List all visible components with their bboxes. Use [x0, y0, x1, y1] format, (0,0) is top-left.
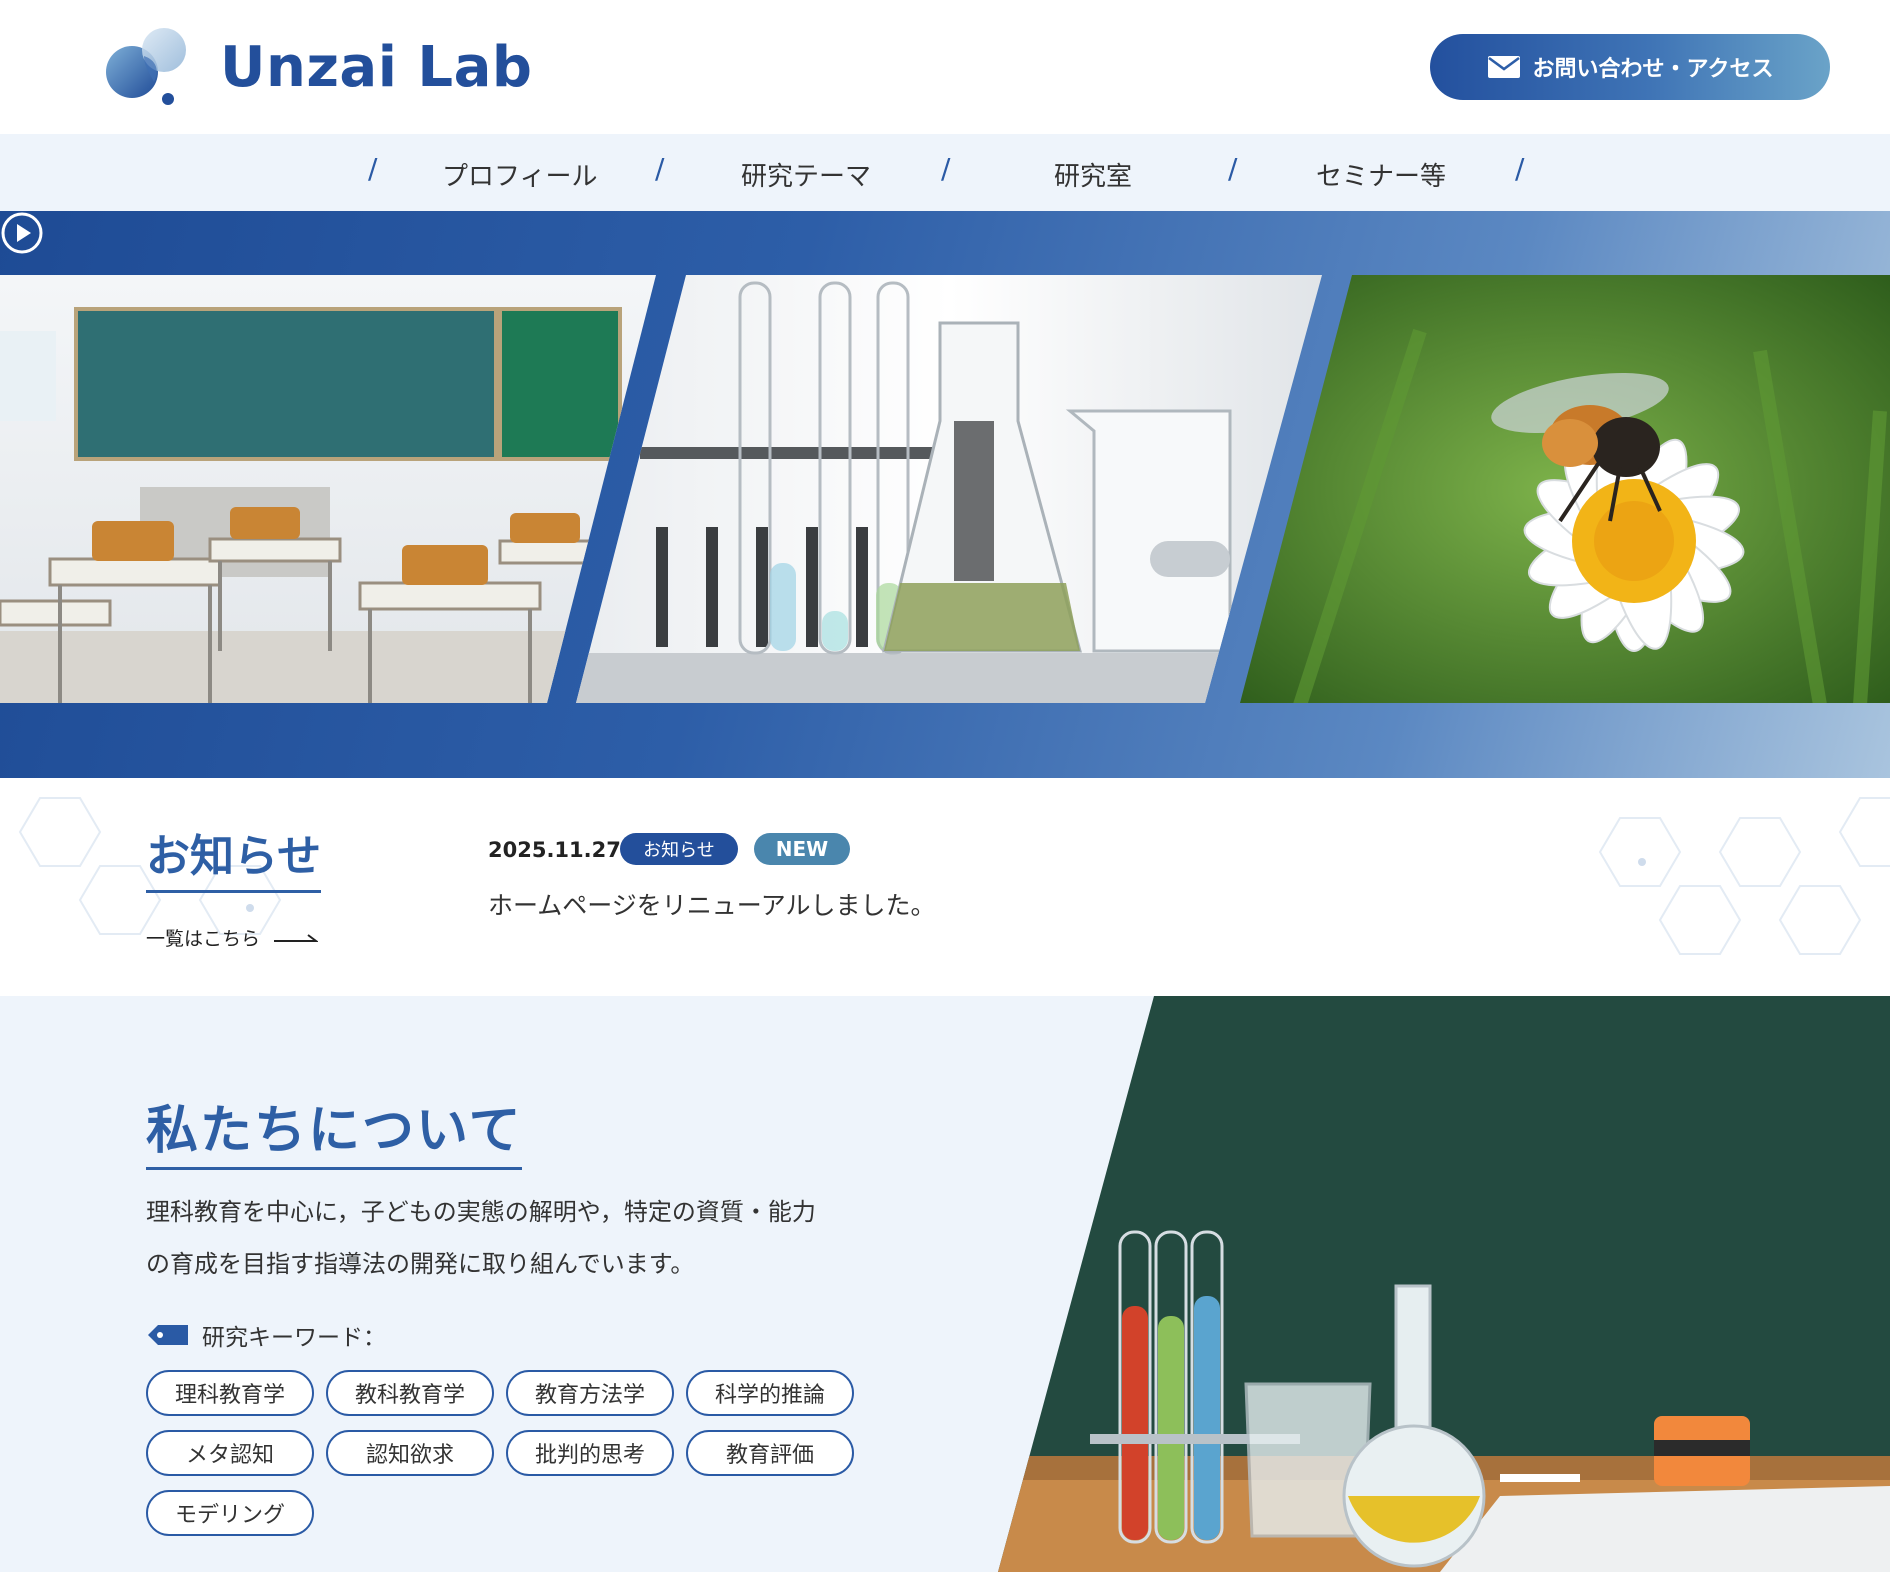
keyword-pill[interactable]: 認知欲求 [326, 1430, 494, 1476]
nav-separator: / [941, 152, 951, 185]
keyword-pill[interactable]: 教育評価 [686, 1430, 854, 1476]
contact-access-label: お問い合わせ・アクセス [1532, 57, 1774, 82]
keyword-pill[interactable]: メタ認知 [146, 1430, 314, 1476]
about-description-line: 理科教育を中心に，子どもの実態の解明や，特定の資質・能力 [146, 1198, 816, 1226]
site-header: Unzai Lab お問い合わせ・アクセス [0, 0, 1890, 134]
about-description-line: の育成を目指す指導法の開発に取り組んでいます。 [146, 1250, 695, 1278]
keyword-pill[interactable]: 科学的推論 [686, 1370, 854, 1416]
mail-icon [1487, 56, 1520, 78]
keyword-pill[interactable]: モデリング [146, 1490, 314, 1536]
news-heading: お知らせ [146, 820, 322, 893]
hero-slideshow [0, 211, 1890, 778]
nav-item-profile[interactable]: プロフィール [442, 156, 597, 193]
news-section: お知らせ 一覧はこちら 2025.11.27 お知らせ NEW ホームページをリ… [0, 778, 1890, 996]
hero-images [0, 275, 1890, 703]
nav-item-laboratory[interactable]: 研究室 [1054, 156, 1132, 193]
play-circle-icon[interactable] [0, 211, 44, 255]
news-list-link-label: 一覧はこちら [146, 928, 261, 950]
keyword-pill[interactable]: 教科教育学 [326, 1370, 494, 1416]
arrow-right-icon [274, 933, 319, 942]
hero-slide-bee-daisy [1240, 275, 1890, 703]
site-logo[interactable]: Unzai Lab [104, 26, 532, 108]
news-new-badge: NEW [754, 833, 850, 865]
news-list-link[interactable]: 一覧はこちら [146, 924, 319, 951]
keywords-label: 研究キーワード： [146, 1318, 386, 1352]
nav-item-seminars[interactable]: セミナー等 [1316, 156, 1446, 193]
nav-separator: / [1228, 152, 1238, 185]
nav-separator: / [655, 152, 665, 185]
about-heading: 私たちについて [146, 1088, 523, 1170]
keyword-pill[interactable]: 理科教育学 [146, 1370, 314, 1416]
logo-text: Unzai Lab [220, 34, 533, 100]
about-section: 私たちについて 理科教育を中心に，子どもの実態の解明や，特定の資質・能力 の育成… [0, 996, 1890, 1572]
keyword-pill[interactable]: 批判的思考 [506, 1430, 674, 1476]
nav-separator: / [1515, 152, 1525, 185]
nav-item-research-theme[interactable]: 研究テーマ [741, 156, 871, 193]
global-nav: / プロフィール / 研究テーマ / 研究室 / セミナー等 / [0, 134, 1890, 211]
tag-icon [148, 1325, 188, 1345]
news-date: 2025.11.27 [488, 838, 621, 862]
keywords-label-text: 研究キーワード： [202, 1325, 386, 1351]
nav-separator: / [368, 152, 378, 185]
contact-access-button[interactable]: お問い合わせ・アクセス [1430, 34, 1830, 100]
logo-mark-icon [106, 28, 186, 105]
news-category-badge[interactable]: お知らせ [620, 833, 738, 865]
keyword-list: 理科教育学 教科教育学 教育方法学 科学的推論 メタ認知 認知欲求 批判的思考 … [146, 1370, 866, 1536]
hero-slide-glassware [576, 275, 1322, 703]
hero-slide-classroom [0, 275, 656, 703]
news-item-link[interactable]: ホームページをリニューアルしました。 [488, 886, 936, 922]
about-description: 理科教育を中心に，子どもの実態の解明や，特定の資質・能力 の育成を目指す指導法の… [146, 1186, 876, 1290]
keyword-pill[interactable]: 教育方法学 [506, 1370, 674, 1416]
